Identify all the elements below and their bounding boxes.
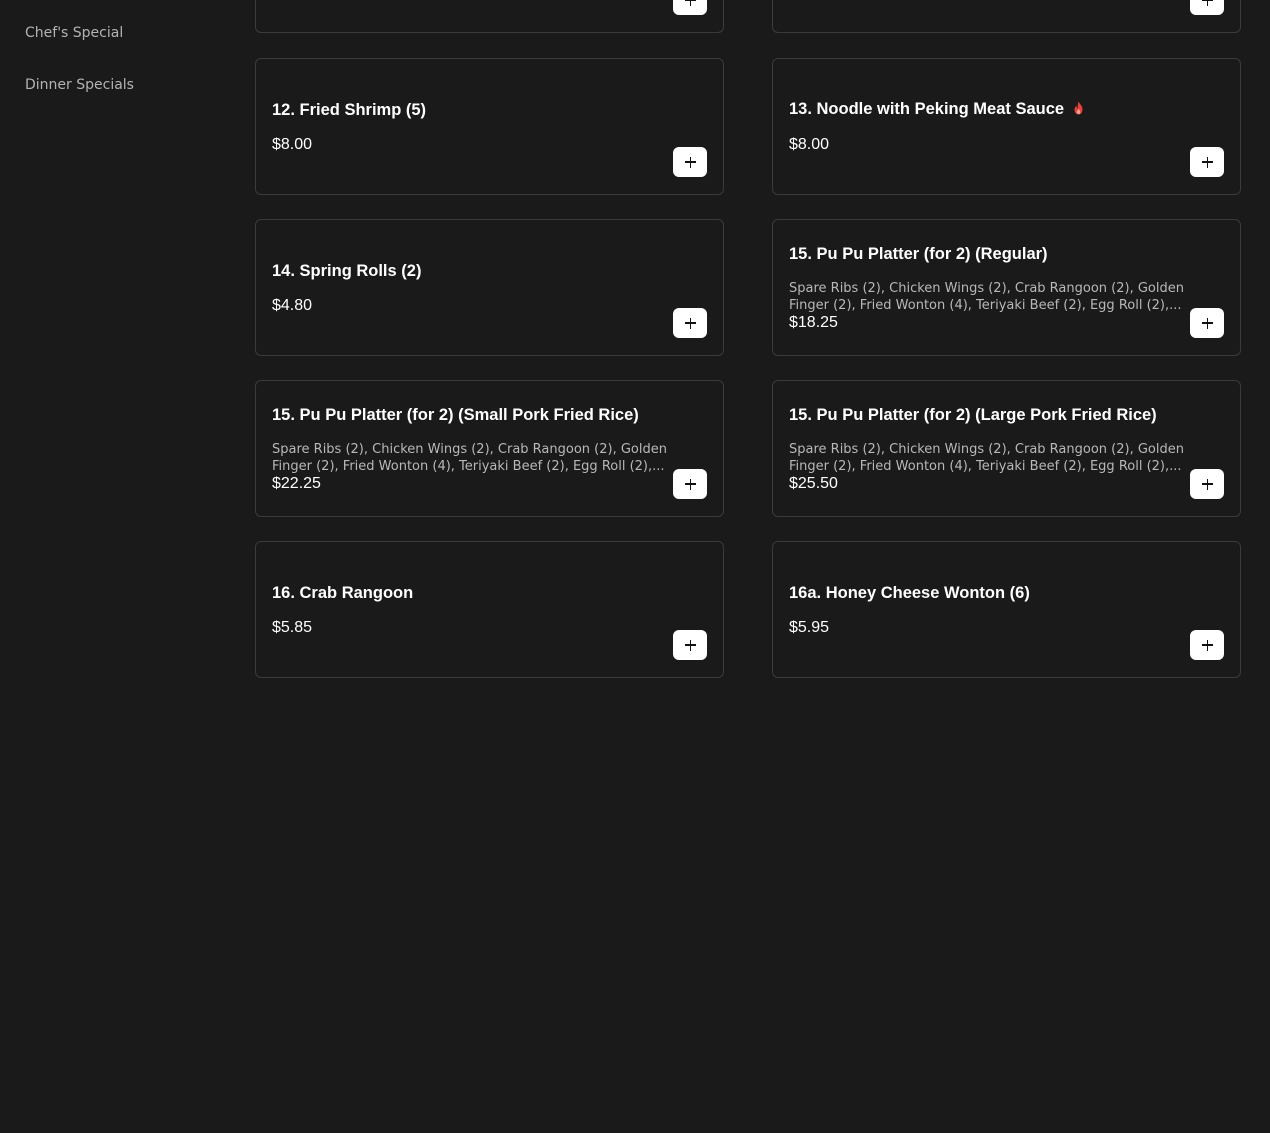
- menu-item-card[interactable]: 13. Noodle with Peking Meat Sauce $8.00: [772, 58, 1241, 195]
- menu-item-description: Spare Ribs (2), Chicken Wings (2), Crab …: [789, 281, 1184, 313]
- menu-item-card[interactable]: [772, 0, 1241, 33]
- menu-item-price: $5.95: [789, 619, 830, 636]
- menu-item-price: $18.25: [789, 314, 838, 331]
- add-to-cart-button[interactable]: [1190, 147, 1224, 177]
- plus-icon: [684, 639, 696, 651]
- menu-item-card[interactable]: 15. Pu Pu Platter (for 2) (Regular) Spar…: [772, 219, 1241, 356]
- add-to-cart-button[interactable]: [1190, 0, 1224, 15]
- add-to-cart-button[interactable]: [673, 0, 707, 15]
- menu-item-title: 14. Spring Rolls (2): [272, 262, 422, 280]
- menu-item-price: $5.85: [272, 619, 313, 636]
- menu-item-title: 16a. Honey Cheese Wonton (6): [789, 584, 1030, 602]
- menu-item-card[interactable]: 14. Spring Rolls (2) $4.80: [255, 219, 724, 356]
- menu-item-title: 15. Pu Pu Platter (for 2) (Small Pork Fr…: [272, 406, 639, 424]
- menu-grid: 12. Fried Shrimp (5) $8.00 13. Noodle wi…: [0, 0, 1270, 1133]
- plus-icon: [684, 317, 696, 329]
- menu-item-card[interactable]: 15. Pu Pu Platter (for 2) (Small Pork Fr…: [255, 380, 724, 517]
- plus-icon: [684, 0, 696, 6]
- menu-item-price: $22.25: [272, 475, 321, 492]
- menu-item-title: 15. Pu Pu Platter (for 2) (Large Pork Fr…: [789, 406, 1157, 424]
- add-to-cart-button[interactable]: [1190, 469, 1224, 499]
- plus-icon: [1201, 478, 1213, 490]
- menu-item-card[interactable]: 15. Pu Pu Platter (for 2) (Large Pork Fr…: [772, 380, 1241, 517]
- menu-item-card[interactable]: 16a. Honey Cheese Wonton (6) $5.95: [772, 541, 1241, 678]
- menu-item-card[interactable]: [255, 0, 724, 33]
- menu-item-description: Spare Ribs (2), Chicken Wings (2), Crab …: [272, 442, 667, 474]
- menu-item-card[interactable]: 16. Crab Rangoon $5.85: [255, 541, 724, 678]
- plus-icon: [1201, 639, 1213, 651]
- plus-icon: [1201, 317, 1213, 329]
- menu-item-card[interactable]: 12. Fried Shrimp (5) $8.00: [255, 58, 724, 195]
- add-to-cart-button[interactable]: [673, 147, 707, 177]
- add-to-cart-button[interactable]: [1190, 630, 1224, 660]
- add-to-cart-button[interactable]: [673, 630, 707, 660]
- flame-icon: [1074, 101, 1083, 115]
- menu-item-title: 15. Pu Pu Platter (for 2) (Regular): [789, 245, 1048, 263]
- plus-icon: [684, 156, 696, 168]
- menu-item-price: $4.80: [272, 297, 313, 314]
- plus-icon: [684, 478, 696, 490]
- menu-item-price: $8.00: [789, 136, 830, 153]
- menu-item-price: $8.00: [272, 136, 313, 153]
- menu-item-title: 12. Fried Shrimp (5): [272, 101, 427, 119]
- plus-icon: [1201, 156, 1213, 168]
- menu-item-title-row: 13. Noodle with Peking Meat Sauce: [789, 100, 1084, 119]
- menu-item-price: $25.50: [789, 475, 838, 492]
- add-to-cart-button[interactable]: [673, 469, 707, 499]
- menu-item-title: 13. Noodle with Peking Meat Sauce: [789, 100, 1065, 118]
- add-to-cart-button[interactable]: [673, 308, 707, 338]
- add-to-cart-button[interactable]: [1190, 308, 1224, 338]
- menu-item-title: 16. Crab Rangoon: [272, 584, 414, 602]
- plus-icon: [1201, 0, 1213, 6]
- menu-item-description: Spare Ribs (2), Chicken Wings (2), Crab …: [789, 442, 1184, 474]
